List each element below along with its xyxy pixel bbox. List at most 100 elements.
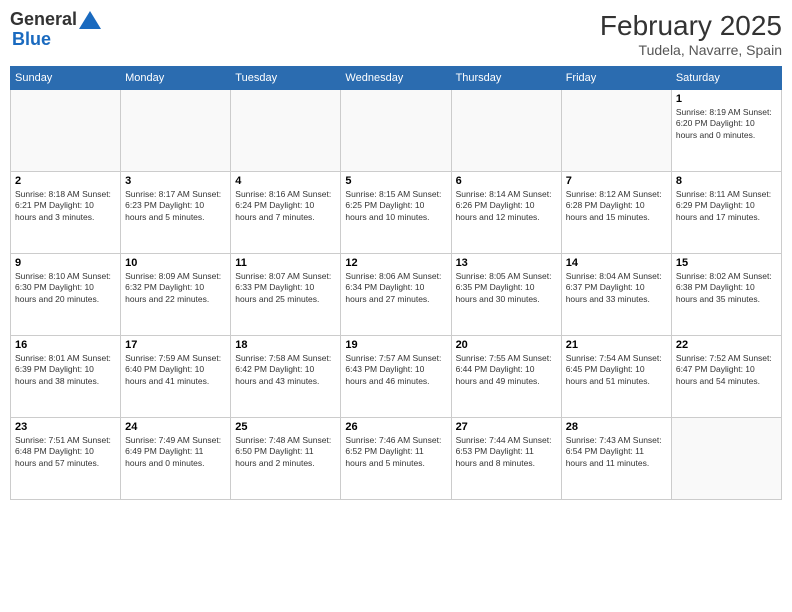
day-number: 3 — [125, 175, 226, 187]
col-wednesday: Wednesday — [341, 67, 451, 90]
calendar-cell: 16 Sunrise: 8:01 AM Sunset: 6:39 PM Dayli… — [11, 336, 121, 418]
calendar-cell: 28 Sunrise: 7:43 AM Sunset: 6:54 PM Dayli… — [561, 418, 671, 500]
calendar-cell: 15 Sunrise: 8:02 AM Sunset: 6:38 PM Dayli… — [671, 254, 781, 336]
header: General Blue February 2025 Tudela, Navar… — [10, 10, 782, 58]
day-info: Sunrise: 8:06 AM Sunset: 6:34 PM Dayligh… — [345, 271, 446, 305]
calendar-cell: 2 Sunrise: 8:18 AM Sunset: 6:21 PM Daylig… — [11, 172, 121, 254]
calendar-week-3: 16 Sunrise: 8:01 AM Sunset: 6:39 PM Dayli… — [11, 336, 782, 418]
col-friday: Friday — [561, 67, 671, 90]
calendar-cell: 5 Sunrise: 8:15 AM Sunset: 6:25 PM Daylig… — [341, 172, 451, 254]
day-number: 14 — [566, 257, 667, 269]
calendar-cell — [671, 418, 781, 500]
col-tuesday: Tuesday — [231, 67, 341, 90]
page: General Blue February 2025 Tudela, Navar… — [0, 0, 792, 612]
calendar-cell: 27 Sunrise: 7:44 AM Sunset: 6:53 PM Dayli… — [451, 418, 561, 500]
day-info: Sunrise: 7:46 AM Sunset: 6:52 PM Dayligh… — [345, 435, 446, 469]
calendar-cell: 8 Sunrise: 8:11 AM Sunset: 6:29 PM Daylig… — [671, 172, 781, 254]
day-number: 22 — [676, 339, 777, 351]
day-number: 28 — [566, 421, 667, 433]
day-info: Sunrise: 8:15 AM Sunset: 6:25 PM Dayligh… — [345, 189, 446, 223]
calendar-cell: 25 Sunrise: 7:48 AM Sunset: 6:50 PM Dayli… — [231, 418, 341, 500]
month-title: February 2025 — [600, 10, 782, 42]
col-saturday: Saturday — [671, 67, 781, 90]
day-number: 15 — [676, 257, 777, 269]
calendar-cell: 14 Sunrise: 8:04 AM Sunset: 6:37 PM Dayli… — [561, 254, 671, 336]
day-info: Sunrise: 8:14 AM Sunset: 6:26 PM Dayligh… — [456, 189, 557, 223]
calendar-cell — [121, 90, 231, 172]
calendar-week-1: 2 Sunrise: 8:18 AM Sunset: 6:21 PM Daylig… — [11, 172, 782, 254]
calendar-cell: 6 Sunrise: 8:14 AM Sunset: 6:26 PM Daylig… — [451, 172, 561, 254]
day-info: Sunrise: 8:18 AM Sunset: 6:21 PM Dayligh… — [15, 189, 116, 223]
calendar-week-2: 9Sunrise: 8:10 AM Sunset: 6:30 PM Daylig… — [11, 254, 782, 336]
calendar-cell: 9Sunrise: 8:10 AM Sunset: 6:30 PM Daylig… — [11, 254, 121, 336]
calendar-cell: 24 Sunrise: 7:49 AM Sunset: 6:49 PM Dayli… — [121, 418, 231, 500]
day-number: 1 — [676, 93, 777, 105]
col-thursday: Thursday — [451, 67, 561, 90]
day-number: 5 — [345, 175, 446, 187]
col-sunday: Sunday — [11, 67, 121, 90]
calendar-cell — [11, 90, 121, 172]
day-info: Sunrise: 7:59 AM Sunset: 6:40 PM Dayligh… — [125, 353, 226, 387]
logo: General Blue — [10, 10, 101, 50]
day-number: 16 — [15, 339, 116, 351]
logo-container: General Blue — [10, 10, 101, 50]
calendar-cell — [561, 90, 671, 172]
day-info: Sunrise: 7:54 AM Sunset: 6:45 PM Dayligh… — [566, 353, 667, 387]
day-number: 18 — [235, 339, 336, 351]
day-info: Sunrise: 8:10 AM Sunset: 6:30 PM Dayligh… — [15, 271, 116, 305]
day-info: Sunrise: 8:05 AM Sunset: 6:35 PM Dayligh… — [456, 271, 557, 305]
day-info: Sunrise: 7:51 AM Sunset: 6:48 PM Dayligh… — [15, 435, 116, 469]
day-number: 2 — [15, 175, 116, 187]
day-info: Sunrise: 7:49 AM Sunset: 6:49 PM Dayligh… — [125, 435, 226, 469]
day-number: 17 — [125, 339, 226, 351]
calendar-cell: 1 Sunrise: 8:19 AM Sunset: 6:20 PM Daylig… — [671, 90, 781, 172]
calendar-cell: 26 Sunrise: 7:46 AM Sunset: 6:52 PM Dayli… — [341, 418, 451, 500]
day-info: Sunrise: 8:09 AM Sunset: 6:32 PM Dayligh… — [125, 271, 226, 305]
day-number: 11 — [235, 257, 336, 269]
day-info: Sunrise: 7:48 AM Sunset: 6:50 PM Dayligh… — [235, 435, 336, 469]
calendar-cell: 20 Sunrise: 7:55 AM Sunset: 6:44 PM Dayli… — [451, 336, 561, 418]
calendar-cell — [451, 90, 561, 172]
calendar-cell: 11 Sunrise: 8:07 AM Sunset: 6:33 PM Dayli… — [231, 254, 341, 336]
day-info: Sunrise: 8:19 AM Sunset: 6:20 PM Dayligh… — [676, 107, 777, 141]
logo-icon — [79, 11, 101, 29]
calendar-cell: 12Sunrise: 8:06 AM Sunset: 6:34 PM Dayli… — [341, 254, 451, 336]
calendar-cell: 10 Sunrise: 8:09 AM Sunset: 6:32 PM Dayli… — [121, 254, 231, 336]
day-number: 7 — [566, 175, 667, 187]
day-info: Sunrise: 8:02 AM Sunset: 6:38 PM Dayligh… — [676, 271, 777, 305]
day-number: 24 — [125, 421, 226, 433]
logo-general-text: General — [10, 10, 77, 30]
calendar-cell — [341, 90, 451, 172]
calendar-cell: 7Sunrise: 8:12 AM Sunset: 6:28 PM Daylig… — [561, 172, 671, 254]
day-info: Sunrise: 8:17 AM Sunset: 6:23 PM Dayligh… — [125, 189, 226, 223]
day-number: 10 — [125, 257, 226, 269]
day-number: 20 — [456, 339, 557, 351]
day-info: Sunrise: 7:55 AM Sunset: 6:44 PM Dayligh… — [456, 353, 557, 387]
calendar-table: Sunday Monday Tuesday Wednesday Thursday… — [10, 66, 782, 500]
calendar-cell: 19Sunrise: 7:57 AM Sunset: 6:43 PM Dayli… — [341, 336, 451, 418]
calendar-cell: 18 Sunrise: 7:58 AM Sunset: 6:42 PM Dayli… — [231, 336, 341, 418]
day-info: Sunrise: 7:58 AM Sunset: 6:42 PM Dayligh… — [235, 353, 336, 387]
day-number: 25 — [235, 421, 336, 433]
day-info: Sunrise: 8:07 AM Sunset: 6:33 PM Dayligh… — [235, 271, 336, 305]
day-info: Sunrise: 8:01 AM Sunset: 6:39 PM Dayligh… — [15, 353, 116, 387]
calendar-cell: 22Sunrise: 7:52 AM Sunset: 6:47 PM Dayli… — [671, 336, 781, 418]
calendar-week-0: 1 Sunrise: 8:19 AM Sunset: 6:20 PM Daylig… — [11, 90, 782, 172]
col-monday: Monday — [121, 67, 231, 90]
day-info: Sunrise: 8:11 AM Sunset: 6:29 PM Dayligh… — [676, 189, 777, 223]
day-info: Sunrise: 8:16 AM Sunset: 6:24 PM Dayligh… — [235, 189, 336, 223]
calendar-week-4: 23Sunrise: 7:51 AM Sunset: 6:48 PM Dayli… — [11, 418, 782, 500]
calendar-cell: 23Sunrise: 7:51 AM Sunset: 6:48 PM Dayli… — [11, 418, 121, 500]
day-info: Sunrise: 8:04 AM Sunset: 6:37 PM Dayligh… — [566, 271, 667, 305]
day-info: Sunrise: 7:57 AM Sunset: 6:43 PM Dayligh… — [345, 353, 446, 387]
day-number: 27 — [456, 421, 557, 433]
calendar-cell — [231, 90, 341, 172]
day-number: 8 — [676, 175, 777, 187]
day-number: 6 — [456, 175, 557, 187]
calendar-header-row: Sunday Monday Tuesday Wednesday Thursday… — [11, 67, 782, 90]
day-info: Sunrise: 7:44 AM Sunset: 6:53 PM Dayligh… — [456, 435, 557, 469]
location: Tudela, Navarre, Spain — [600, 42, 782, 58]
day-number: 26 — [345, 421, 446, 433]
logo-blue-text: Blue — [12, 30, 101, 50]
day-info: Sunrise: 7:43 AM Sunset: 6:54 PM Dayligh… — [566, 435, 667, 469]
